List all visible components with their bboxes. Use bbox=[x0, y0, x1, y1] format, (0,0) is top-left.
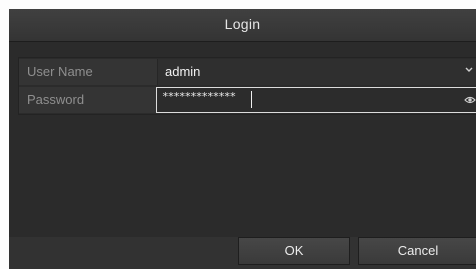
username-row: User Name admin bbox=[19, 59, 476, 85]
password-row: Password ************* bbox=[19, 87, 476, 113]
dialog-titlebar: Login bbox=[9, 9, 476, 42]
login-form: User Name admin Password ************* bbox=[18, 57, 476, 115]
username-value: admin bbox=[165, 64, 201, 79]
password-label: Password bbox=[27, 92, 85, 107]
text-caret bbox=[251, 91, 252, 108]
login-dialog: Login User Name admin Password *********… bbox=[9, 9, 476, 269]
password-field[interactable]: ************* bbox=[156, 87, 476, 113]
chevron-down-icon[interactable] bbox=[464, 64, 474, 76]
username-label: User Name bbox=[27, 64, 93, 79]
cancel-button[interactable]: Cancel bbox=[358, 237, 476, 265]
username-select[interactable]: admin bbox=[157, 59, 476, 85]
ok-button[interactable]: OK bbox=[238, 237, 350, 265]
password-masked-value: ************* bbox=[162, 90, 236, 103]
eye-icon[interactable] bbox=[464, 95, 476, 105]
dialog-title: Login bbox=[224, 16, 261, 32]
